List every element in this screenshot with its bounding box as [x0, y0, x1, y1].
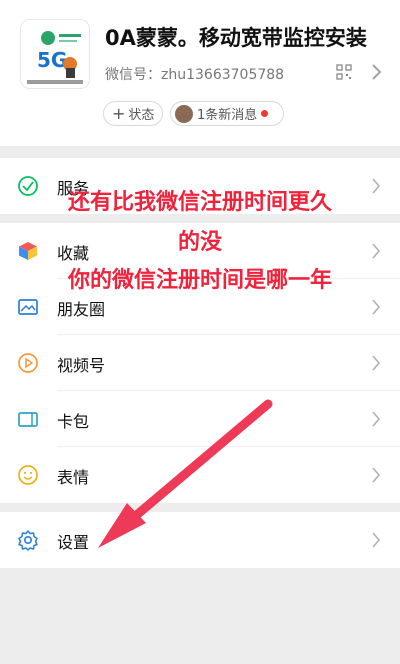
- plus-icon: +: [112, 103, 126, 123]
- menu-label-cards: 卡包: [57, 412, 90, 431]
- chevron-right-icon[interactable]: [370, 62, 382, 82]
- wechat-id: 微信号：zhu13663705788: [105, 67, 285, 83]
- status-chip[interactable]: + 状态: [103, 101, 163, 126]
- avatar[interactable]: 5G: [20, 19, 90, 89]
- overlay-caption-line-3: 你的微信注册时间是哪一年: [67, 268, 332, 293]
- chevron-right-icon: [372, 355, 381, 371]
- nickname: 0A蒙蒙。移动宽带监控安装: [105, 26, 367, 50]
- red-dot-badge: [261, 110, 269, 117]
- mini-avatar: [175, 104, 193, 123]
- profile-header[interactable]: 5G 0A蒙蒙。移动宽带监控安装 微信号：zhu13663705788 + 状态…: [0, 0, 400, 146]
- smile-icon: [18, 465, 38, 485]
- svg-text:5G: 5G: [37, 48, 67, 72]
- settings-section: 设置: [0, 512, 400, 568]
- overlay-caption-line-2: 的没: [177, 230, 222, 255]
- chevron-right-icon: [372, 467, 381, 483]
- menu-item-channels[interactable]: 视频号: [0, 335, 400, 391]
- menu-item-cards[interactable]: 卡包: [0, 391, 400, 447]
- card-wallet-icon: [18, 412, 38, 427]
- menu-item-stickers[interactable]: 表情: [0, 447, 400, 503]
- menu-label-moments: 朋友圈: [57, 300, 106, 319]
- menu-label-settings: 设置: [57, 533, 90, 552]
- qr-code-icon[interactable]: [336, 64, 352, 80]
- channels-play-icon: [18, 353, 38, 373]
- moments-image-icon: [18, 299, 38, 315]
- chevron-right-icon: [372, 411, 381, 427]
- new-message-label: 1条新消息: [197, 108, 258, 123]
- chevron-right-icon: [372, 532, 381, 548]
- gear-icon: [18, 530, 38, 551]
- menu-label-stickers: 表情: [57, 468, 90, 487]
- chevron-right-icon: [372, 299, 381, 315]
- menu-item-settings[interactable]: 设置: [0, 512, 400, 568]
- new-message-chip[interactable]: 1条新消息: [170, 101, 284, 126]
- overlay-caption-line-1: 还有比我微信注册时间更久: [67, 190, 332, 215]
- status-chip-label: 状态: [128, 108, 155, 123]
- menu-label-channels: 视频号: [57, 356, 106, 375]
